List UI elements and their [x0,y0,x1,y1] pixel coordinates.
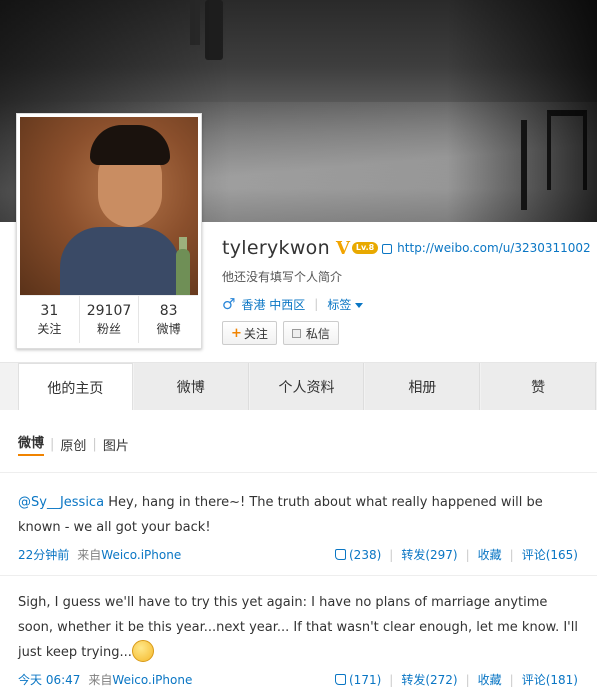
post-actions: (171) | 转发(272) | 收藏 | 评论(181) [335,671,578,688]
post-source: 今天 06:47 来自Weico.iPhone [18,671,192,688]
profile-intro: 他还没有填写个人简介 [222,270,343,284]
thumb-up-icon [335,673,346,685]
stat-number: 31 [40,303,59,319]
tab-profile-info[interactable]: 个人资料 [249,363,365,411]
thumb-up-icon [335,548,346,560]
separator: | [465,547,470,562]
avatar-hair [90,125,170,165]
stat-number: 29107 [86,303,132,319]
stat-following[interactable]: 31 关注 [20,296,80,343]
avatar[interactable] [20,117,198,295]
feed: 微博 | 原创 | 图片 @Sy__Jessica Hey, hang in t… [0,410,597,690]
repost-button[interactable]: 转发(297) [401,546,457,563]
like-count: (238) [349,547,382,562]
avatar-shirt [60,227,180,295]
link-icon [382,244,393,254]
follow-button[interactable]: + 关注 [222,321,277,345]
like-button[interactable]: (171) [335,673,381,687]
tab-weibo[interactable]: 微博 [133,363,249,411]
message-label: 私信 [305,326,330,341]
separator: | [314,297,319,311]
feed-filter: 微博 | 原创 | 图片 [18,432,129,456]
divider [0,472,597,473]
divider [0,575,597,576]
post-text: Sigh, I guess we'll have to try this yet… [18,590,578,665]
separator: | [389,547,394,562]
repost-button[interactable]: 转发(272) [401,671,457,688]
message-button[interactable]: 私信 [282,321,339,345]
separator: | [389,672,394,687]
subtab-pictures[interactable]: 图片 [103,435,129,454]
action-buttons: + 关注 私信 [222,321,339,345]
post-time[interactable]: 22分钟前 [18,548,69,562]
male-icon: ♂ [222,295,236,313]
feed-post: Sigh, I guess we'll have to try this yet… [18,590,578,688]
post-actions: (238) | 转发(297) | 收藏 | 评论(165) [335,546,578,563]
source-prefix: 来自 [77,548,102,562]
feed-post: @Sy__Jessica Hey, hang in there~! The tr… [18,490,578,563]
post-text: @Sy__Jessica Hey, hang in there~! The tr… [18,490,578,540]
subtab-weibo[interactable]: 微博 [18,432,45,456]
caret-down-icon [355,302,364,308]
separator: | [50,436,55,452]
source-prefix: 来自 [88,673,113,687]
message-icon [291,328,301,338]
like-button[interactable]: (238) [335,548,381,562]
username-row: tylerykwon V Lv.8 http://weibo.com/u/323… [222,235,591,261]
separator: | [509,672,514,687]
post-footer: 22分钟前 来自Weico.iPhone (238) | 转发(297) | 收藏… [18,546,578,563]
comment-button[interactable]: 评论(181) [522,671,578,688]
separator: | [465,672,470,687]
post-footer: 今天 06:47 来自Weico.iPhone (171) | 转发(272) |… [18,671,578,688]
mention-link[interactable]: @Sy__Jessica [18,495,104,510]
favorite-button[interactable]: 收藏 [478,546,502,563]
plus-icon: + [231,325,242,341]
profile-tabs: 他的主页 微博 个人资料 相册 赞 [0,362,597,412]
source-link[interactable]: Weico.iPhone [101,548,181,562]
stats: 31 关注 29107 粉丝 83 微博 [20,295,198,343]
cover-shade [447,0,597,222]
tag-dropdown[interactable]: 标签 [327,296,364,313]
stat-number: 83 [159,303,178,319]
profile-url[interactable]: http://weibo.com/u/3230311002 [397,241,591,255]
source-link[interactable]: Weico.iPhone [112,673,192,687]
tab-album[interactable]: 相册 [365,363,481,411]
tab-home[interactable]: 他的主页 [18,363,133,412]
stat-posts[interactable]: 83 微博 [139,296,198,343]
verified-icon[interactable]: V [336,238,350,259]
stat-followers[interactable]: 29107 粉丝 [80,296,140,343]
tag-label: 标签 [327,297,352,312]
subtab-original[interactable]: 原创 [60,435,86,454]
like-count: (171) [349,672,382,687]
avatar-bottle [176,249,190,295]
favorite-button[interactable]: 收藏 [478,671,502,688]
tab-likes[interactable]: 赞 [481,363,597,411]
stat-label: 粉丝 [97,322,122,336]
avatar-card: 31 关注 29107 粉丝 83 微博 [16,113,202,349]
level-badge[interactable]: Lv.8 [351,242,379,254]
sleepy-emoji-icon [131,639,154,662]
location-link[interactable]: 香港 中西区 [241,296,305,313]
comment-button[interactable]: 评论(165) [522,546,578,563]
post-source: 22分钟前 来自Weico.iPhone [18,546,181,563]
post-body: Sigh, I guess we'll have to try this yet… [18,595,578,660]
follow-label: 关注 [243,326,268,341]
meta-row: ♂ 香港 中西区 | 标签 [222,295,364,313]
stat-label: 微博 [156,322,181,336]
separator: | [509,547,514,562]
stat-label: 关注 [37,322,62,336]
username: tylerykwon [222,237,330,259]
separator: | [92,436,97,452]
post-time[interactable]: 今天 06:47 [18,673,80,687]
